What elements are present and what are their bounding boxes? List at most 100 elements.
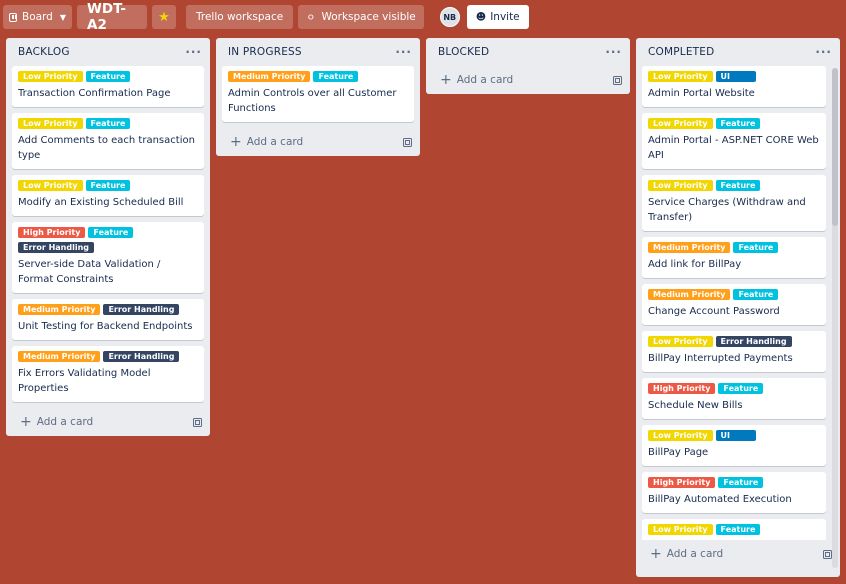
card-label[interactable]: Low Priority <box>18 118 83 129</box>
board-view-label: Board <box>21 11 53 23</box>
card-labels: High Priority Feature <box>648 383 820 398</box>
card-label[interactable]: Feature <box>733 289 779 300</box>
card-label[interactable]: High Priority <box>18 227 86 238</box>
card-title: Service Charges (Withdraw and Transfer) <box>648 197 806 223</box>
card-title: Transaction Confirmation Page <box>18 88 171 99</box>
card-label[interactable]: Low Priority <box>648 336 713 347</box>
card[interactable]: Medium Priority Error Handling Fix Errors … <box>12 346 204 402</box>
card-template-icon[interactable] <box>193 417 202 427</box>
card-label[interactable]: High Priority <box>648 383 716 394</box>
card[interactable]: Low Priority Feature Transaction Confirmat… <box>12 66 204 107</box>
list-menu-icon[interactable]: ··· <box>605 45 622 59</box>
card[interactable]: Medium Priority Error Handling Unit Testin… <box>12 299 204 340</box>
card-label[interactable]: Feature <box>85 118 131 129</box>
card-label[interactable]: Feature <box>85 71 131 82</box>
visibility-label: Workspace visible <box>321 11 416 23</box>
board-view-button[interactable]: Board ▼ <box>3 5 72 29</box>
list-menu-icon[interactable]: ··· <box>185 45 202 59</box>
card[interactable]: Low Priority Feature Admin Portal - ASP.NE… <box>642 113 826 169</box>
card-label[interactable]: Feature <box>718 477 764 488</box>
list-blocked: BLOCKED ··· + Add a card <box>426 38 630 94</box>
card-label[interactable]: Medium Priority <box>648 242 731 253</box>
card-label[interactable]: Feature <box>85 180 131 191</box>
card[interactable]: Low PriorityFeatureEdit User Profile <box>642 519 826 540</box>
card-label[interactable]: High Priority <box>648 477 716 488</box>
add-card-button[interactable]: + Add a card <box>636 540 840 568</box>
card[interactable]: Low Priority Feature Modify an Existing Sc… <box>12 175 204 216</box>
list-header: COMPLETED ··· <box>636 38 840 66</box>
card-label[interactable]: Error Handling <box>103 304 180 315</box>
add-card-button[interactable]: + Add a card <box>6 408 210 436</box>
card-label[interactable]: Low Priority <box>648 71 713 82</box>
card-label[interactable]: Feature <box>715 118 761 129</box>
card-labels: Low Priority Feature <box>18 180 198 195</box>
card-label[interactable]: Low Priority <box>648 430 713 441</box>
visibility-button[interactable]: ⚪ Workspace visible <box>298 5 424 29</box>
star-icon[interactable]: ★ <box>152 5 176 29</box>
card-label[interactable]: Low Priority <box>18 71 83 82</box>
card[interactable]: High Priority Feature Schedule New Bills <box>642 378 826 419</box>
card-label[interactable]: Low Priority <box>648 118 713 129</box>
list-menu-icon[interactable]: ··· <box>815 45 832 59</box>
card-label[interactable]: Medium Priority <box>228 71 311 82</box>
card[interactable]: Medium Priority Feature Change Account Pas… <box>642 284 826 325</box>
list-menu-icon[interactable]: ··· <box>395 45 412 59</box>
card[interactable]: Low Priority UI Admin Portal Website <box>642 66 826 107</box>
card-label[interactable]: Error Handling <box>18 242 95 253</box>
add-card-label: Add a card <box>456 74 514 86</box>
card-label[interactable]: Feature <box>733 242 779 253</box>
avatar[interactable]: NB <box>439 7 460 27</box>
workspace-button[interactable]: Trello workspace <box>186 5 294 29</box>
scrollbar-thumb[interactable] <box>832 68 838 226</box>
card[interactable]: Low Priority Error Handling BillPay Interr… <box>642 331 826 372</box>
card-label[interactable]: Error Handling <box>715 336 792 347</box>
card[interactable]: High Priority Feature BillPay Automated Ex… <box>642 472 826 513</box>
add-card-left: + Add a card <box>650 546 723 562</box>
list-header: BACKLOG ··· <box>6 38 210 66</box>
card[interactable]: Low Priority Feature Service Charges (With… <box>642 175 826 231</box>
card-labels: Low Priority UI <box>648 430 820 445</box>
list-title[interactable]: BLOCKED <box>438 46 489 58</box>
add-card-button[interactable]: + Add a card <box>216 128 420 156</box>
card-label[interactable]: Low Priority <box>648 524 713 535</box>
add-card-left: + Add a card <box>440 72 513 88</box>
board-title[interactable]: WDT-A2 <box>77 1 147 33</box>
card[interactable]: Medium Priority Feature Add link for BillP… <box>642 237 826 278</box>
card-template-icon[interactable] <box>823 549 832 559</box>
chevron-down-icon: ▼ <box>59 12 66 22</box>
card-label[interactable]: Medium Priority <box>18 304 101 315</box>
card-label[interactable]: UI <box>715 430 756 441</box>
card-label[interactable]: Feature <box>715 180 761 191</box>
card[interactable]: High Priority Feature Error Handling Server… <box>12 222 204 293</box>
list-title[interactable]: BACKLOG <box>18 46 70 58</box>
card[interactable]: Low Priority Feature Add Comments to each … <box>12 113 204 169</box>
card-label[interactable]: UI <box>715 71 756 82</box>
card[interactable]: Low Priority UI BillPay Page <box>642 425 826 466</box>
card[interactable]: Medium Priority Feature Admin Controls ove… <box>222 66 414 122</box>
card-label[interactable]: Medium Priority <box>18 351 101 362</box>
card-title: BillPay Page <box>648 447 709 458</box>
card-label[interactable]: Medium Priority <box>648 289 731 300</box>
visibility-icon: ⚪ <box>306 10 316 24</box>
card-label[interactable]: Low Priority <box>648 180 713 191</box>
card-label[interactable]: Feature <box>313 71 359 82</box>
card-label[interactable]: Feature <box>88 227 134 238</box>
card-template-icon[interactable] <box>403 137 412 147</box>
list-title[interactable]: COMPLETED <box>648 46 714 58</box>
card-label[interactable]: Feature <box>715 524 761 535</box>
add-card-button[interactable]: + Add a card <box>426 66 630 94</box>
card-title: Unit Testing for Backend Endpoints <box>18 321 193 332</box>
list-scrollbar[interactable] <box>832 68 838 568</box>
card-labels: Low Priority Feature <box>648 118 820 133</box>
card-label[interactable]: Error Handling <box>103 351 180 362</box>
card-list: Low Priority UI Admin Portal Website Low Pr… <box>636 66 840 540</box>
card-label[interactable]: Low Priority <box>18 180 83 191</box>
card-title: Schedule New Bills <box>648 400 743 411</box>
card-template-icon[interactable] <box>613 75 622 85</box>
list-backlog: BACKLOG ··· Low Priority Feature Transaction… <box>6 38 210 436</box>
person-add-icon: ☻ <box>475 11 487 23</box>
plus-icon: + <box>650 546 662 562</box>
invite-button[interactable]: ☻ Invite <box>466 5 529 29</box>
card-label[interactable]: Feature <box>718 383 764 394</box>
list-title[interactable]: IN PROGRESS <box>228 46 302 58</box>
